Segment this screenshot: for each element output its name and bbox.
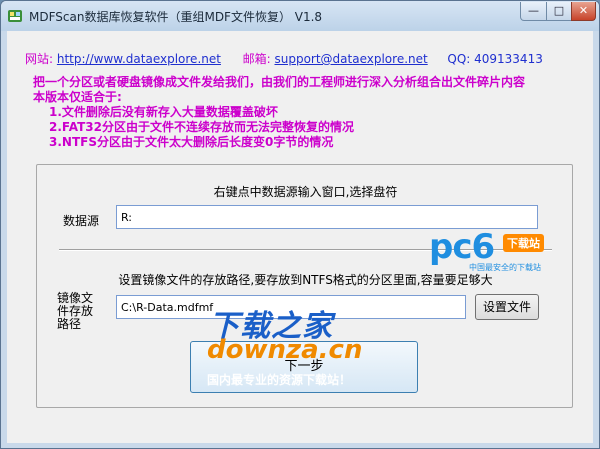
pc6-watermark: pc6 下载站 中国最安全的下载站: [429, 227, 597, 275]
contact-line: 网站: http://www.dataexplore.net 邮箱: suppo…: [25, 50, 543, 67]
source-input[interactable]: [116, 205, 538, 229]
source-hint: 右键点中数据源输入窗口,选择盘符: [213, 185, 398, 199]
title-bar[interactable]: MDFScan数据库恢复软件（重组MDF文件恢复） V1.8 — □ ✕: [1, 1, 599, 31]
intro-text: 把一个分区或者硬盘镜像成文件发给我们，由我们的工程师进行深入分析组合出文件碎片内…: [33, 75, 573, 150]
source-label: 数据源: [63, 214, 100, 228]
app-icon: [8, 10, 22, 22]
minimize-button[interactable]: —: [520, 2, 547, 21]
downza-slogan: 国内最专业的资源下载站！: [207, 373, 352, 387]
pc6-slogan: 中国最安全的下载站: [469, 263, 541, 272]
intro-item: 2.FAT32分区由于文件不连续存放而无法完整恢复的情况: [49, 120, 354, 134]
qq-number: QQ: 409133413: [447, 52, 543, 66]
website-link[interactable]: http://www.dataexplore.net: [57, 52, 221, 66]
maximize-button[interactable]: □: [546, 2, 572, 21]
close-button[interactable]: ✕: [571, 2, 596, 21]
intro-item: 1.文件删除后没有新存入大量数据覆盖破坏: [49, 105, 278, 119]
email-link[interactable]: support@dataexplore.net: [274, 52, 427, 66]
path-label: 镜像文件存放路径: [57, 291, 94, 331]
intro-line: 把一个分区或者硬盘镜像成文件发给我们，由我们的工程师进行深入分析组合出文件碎片内…: [33, 75, 526, 89]
downza-watermark: 下载之家 downza.cn 国内最专业的资源下载站！: [187, 301, 407, 393]
app-window: MDFScan数据库恢复软件（重组MDF文件恢复） V1.8 — □ ✕ 网站:…: [0, 0, 600, 449]
intro-item: 3.NTFS分区由于文件太大删除后长度变0字节的情况: [49, 135, 334, 149]
email-label: 邮箱:: [242, 52, 271, 66]
window-title: MDFScan数据库恢复软件（重组MDF文件恢复） V1.8: [29, 10, 323, 24]
downza-domain: downza.cn: [207, 335, 363, 365]
intro-subtitle: 本版本仅适合于:: [33, 90, 122, 104]
website-label: 网站:: [25, 52, 54, 66]
set-file-button[interactable]: 设置文件: [475, 294, 539, 320]
pc6-logo: pc6: [429, 227, 495, 267]
pc6-tag: 下载站: [503, 234, 544, 252]
